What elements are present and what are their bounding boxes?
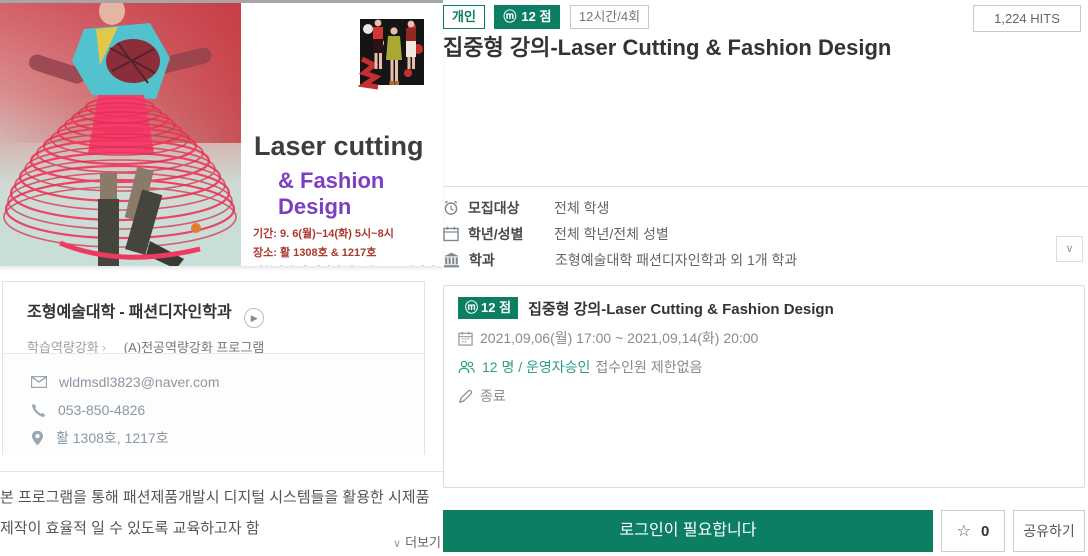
organizer-contacts: wldmsdl3823@naver.com 053-850-4826 활 130… [3, 353, 424, 455]
poster-period: 기간: 9. 6(월)~14(화) 5시~8시 [253, 225, 443, 244]
session-title: 집중형 강의-Laser Cutting & Fashion Design [528, 298, 834, 319]
detail-row-department: 학과 조형예술대학 패션디자인학과 외 1개 학과 [443, 247, 1088, 273]
badge-hours: 12시간/4회 [570, 5, 649, 29]
session-date-row: 2021,09,06(월) 17:00 ~ 2021,09,14(화) 20:0… [458, 328, 1070, 348]
contact-location: 활 1308호, 1217호 [56, 428, 169, 448]
poster-apply: 신청방법: 홈페이지 비교과프로그램에서 신청 [253, 263, 443, 267]
detail-label: 학년/성별 [468, 224, 554, 244]
session-points-badge: ⓜ12 점 [458, 297, 518, 319]
poster-title: Laser cutting [254, 131, 424, 162]
poster-subtitle: & Fashion Design [278, 168, 443, 220]
mileage-icon: ⓜ [465, 300, 478, 315]
department-expand-button[interactable]: ∨ [1056, 236, 1083, 262]
login-required-button[interactable]: 로그인이 필요합니다 [443, 510, 933, 552]
detail-row-target: 모집대상 전체 학생 [443, 195, 1088, 221]
bank-icon [443, 252, 460, 268]
pen-icon [458, 389, 473, 404]
detail-value: 조형예술대학 패션디자인학과 외 1개 학과 [555, 250, 797, 270]
detail-value: 전체 학년/전체 성별 [554, 224, 669, 244]
detail-label: 모집대상 [468, 198, 554, 218]
poster-place: 장소: 활 1308호 & 1217호 [253, 244, 443, 263]
people-icon [458, 360, 475, 374]
session-date: 2021,09,06(월) 17:00 ~ 2021,09,14(화) 20:0… [480, 328, 758, 348]
detail-row-grade-gender: 학년/성별 전체 학년/전체 성별 [443, 221, 1088, 247]
chevron-down-icon: ∨ [393, 538, 401, 550]
page-title: 집중형 강의-Laser Cutting & Fashion Design [443, 30, 1063, 62]
session-capacity-row: 12 명 / 운영자승인 접수인원 제한없음 [458, 357, 1070, 377]
mileage-icon: ⓜ [503, 9, 516, 24]
session-capacity: 12 명 / 운영자승인 [482, 357, 590, 377]
organizer-card: 조형예술대학-패션디자인학과 ▶ 학습역량강화› (A)전공역량강화 프로그램 … [2, 281, 425, 455]
program-detail-page: Laser cutting & Fashion Design 기간: 9. 6(… [0, 0, 1088, 556]
share-button[interactable]: 공유하기 [1013, 510, 1085, 552]
session-status-row: 종료 [458, 386, 1070, 406]
contact-phone: 053-850-4826 [58, 402, 145, 418]
hits-counter: 1,224 HITS [973, 5, 1081, 32]
contact-location-row: 활 1308호, 1217호 [31, 424, 424, 452]
favorite-button[interactable]: ☆ 0 [941, 510, 1005, 552]
envelope-icon [31, 376, 47, 388]
show-more-link[interactable]: ∨더보기 [0, 532, 441, 551]
badge-mileage-points: ⓜ12 점 [494, 5, 560, 29]
favorite-count: 0 [981, 523, 989, 540]
star-icon: ☆ [957, 521, 971, 541]
contact-email: wldmsdl3823@naver.com [59, 374, 220, 390]
play-icon[interactable]: ▶ [244, 308, 264, 328]
session-status: 종료 [480, 386, 506, 406]
session-header: ⓜ12 점 집중형 강의-Laser Cutting & Fashion Des… [458, 297, 1070, 319]
calendar-icon [458, 331, 473, 346]
badge-row: 개인 ⓜ12 점 12시간/4회 [443, 5, 654, 29]
detail-label: 학과 [469, 250, 555, 270]
program-details: 모집대상 전체 학생 학년/성별 전체 학년/전체 성별 학과 조형예술대학 패… [443, 186, 1088, 273]
organizer-header: 조형예술대학-패션디자인학과 ▶ 학습역량강화› (A)전공역량강화 프로그램 [3, 282, 424, 356]
clock-icon [443, 200, 459, 216]
poster-fashion-photo [0, 3, 241, 267]
program-poster: Laser cutting & Fashion Design 기간: 9. 6(… [0, 0, 443, 267]
contact-phone-row: 053-850-4826 [31, 396, 424, 424]
session-card[interactable]: ⓜ12 점 집중형 강의-Laser Cutting & Fashion Des… [443, 285, 1085, 488]
organizer-department: 패션디자인학과 [129, 304, 232, 321]
organizer-name: 조형예술대학-패션디자인학과 ▶ [27, 298, 402, 328]
detail-value: 전체 학생 [554, 198, 609, 218]
badge-personal: 개인 [443, 5, 485, 29]
session-capacity-note: 접수인원 제한없음 [595, 357, 702, 377]
contact-email-row: wldmsdl3823@naver.com [31, 368, 424, 396]
calendar-icon [443, 226, 459, 242]
phone-icon [31, 403, 46, 418]
poster-info-lines: 기간: 9. 6(월)~14(화) 5시~8시 장소: 활 1308호 & 12… [253, 225, 443, 267]
poster-runway-thumbnail [358, 15, 426, 97]
organizer-college: 조형예술대학 [27, 304, 115, 321]
map-pin-icon [31, 430, 44, 446]
